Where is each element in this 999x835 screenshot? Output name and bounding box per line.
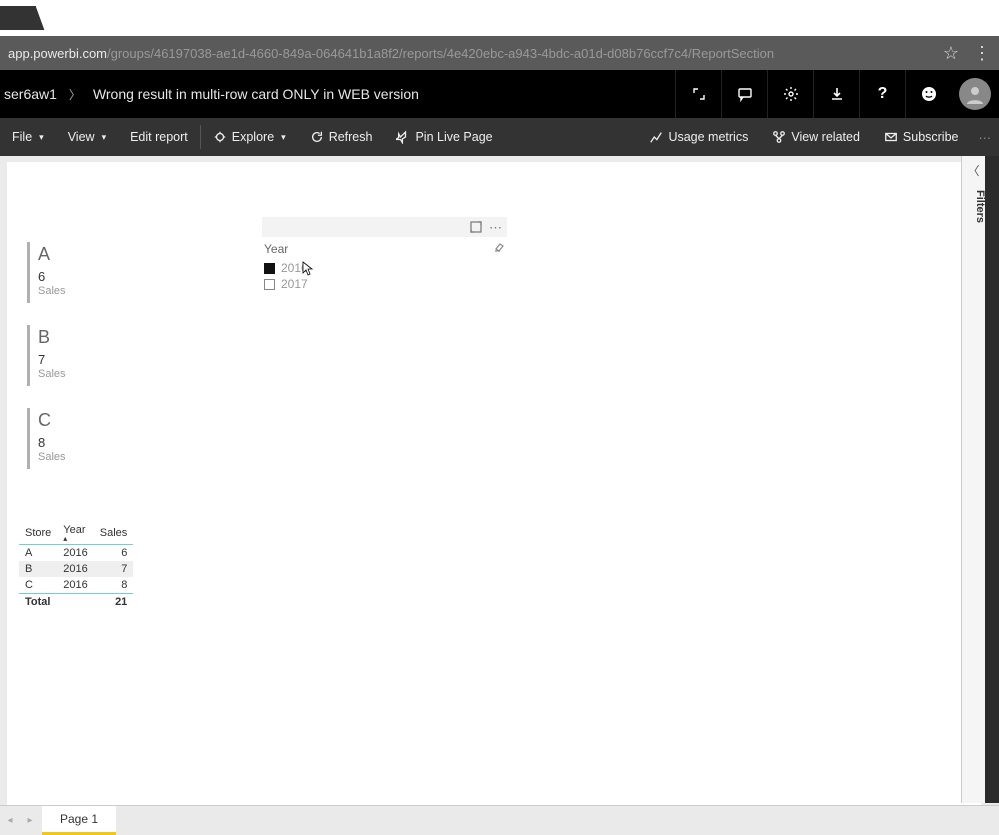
pin-live-page-button[interactable]: Pin Live Page bbox=[384, 118, 504, 156]
filters-label: Filters bbox=[962, 190, 986, 223]
clear-selection-eraser-icon[interactable] bbox=[493, 241, 505, 256]
more-options-icon[interactable]: ⋯ bbox=[489, 220, 503, 234]
slicer-option-label: 2017 bbox=[281, 277, 308, 291]
table-total-label: Total bbox=[19, 594, 57, 611]
address-bar[interactable]: app.powerbi.com/groups/46197038-ae1d-466… bbox=[0, 36, 999, 70]
next-page-button[interactable]: ▸ bbox=[20, 806, 40, 835]
toolbar-more-icon[interactable]: ⋯ bbox=[971, 130, 999, 145]
user-avatar[interactable] bbox=[959, 78, 991, 110]
table-cell: C bbox=[19, 577, 57, 594]
table-column-header[interactable]: Store bbox=[19, 522, 57, 545]
table-column-header[interactable]: Sales bbox=[94, 522, 134, 545]
vertical-scrollbar[interactable] bbox=[985, 156, 999, 803]
file-menu[interactable]: File▾ bbox=[0, 118, 56, 156]
card-value: 6 bbox=[38, 269, 66, 284]
table-cell: 8 bbox=[94, 577, 134, 594]
table-cell: 6 bbox=[94, 545, 134, 562]
slicer-option[interactable]: 2017 bbox=[262, 276, 507, 292]
card-row: B 7 Sales bbox=[27, 325, 66, 386]
edit-report-button[interactable]: Edit report bbox=[118, 118, 200, 156]
url-host: app.powerbi.com bbox=[8, 46, 107, 61]
card-row: A 6 Sales bbox=[27, 242, 66, 303]
table-cell: B bbox=[19, 561, 57, 577]
card-category: C bbox=[38, 410, 66, 431]
help-icon[interactable]: ? bbox=[859, 70, 905, 118]
table-row[interactable]: C 2016 8 bbox=[19, 577, 133, 594]
card-label: Sales bbox=[38, 285, 66, 297]
table-cell: 7 bbox=[94, 561, 134, 577]
report-canvas[interactable]: A 6 Sales B 7 Sales C 8 Sales ⋯ Year bbox=[7, 162, 981, 830]
checkbox-checked-icon[interactable] bbox=[264, 263, 275, 274]
url-path: /groups/46197038-ae1d-4660-849a-064641b1… bbox=[107, 46, 774, 61]
subscribe-button[interactable]: Subscribe bbox=[872, 118, 971, 156]
table-column-header[interactable]: Year▴ bbox=[57, 522, 93, 545]
slicer-option[interactable]: 2016 bbox=[262, 260, 507, 276]
table-visual[interactable]: Store Year▴ Sales A 2016 6 B 2016 7 C bbox=[19, 522, 133, 610]
fullscreen-icon[interactable] bbox=[675, 70, 721, 118]
checkbox-unchecked-icon[interactable] bbox=[264, 279, 275, 290]
table-cell: 2016 bbox=[57, 561, 93, 577]
slicer-visual[interactable]: ⋯ Year 2016 2017 bbox=[262, 217, 507, 292]
chevron-right-icon: 〉 bbox=[69, 86, 81, 103]
card-row: C 8 Sales bbox=[27, 408, 66, 469]
card-category: A bbox=[38, 244, 66, 265]
slicer-title: Year bbox=[264, 242, 288, 256]
page-tab[interactable]: Page 1 bbox=[42, 806, 116, 835]
refresh-button[interactable]: Refresh bbox=[298, 118, 385, 156]
slicer-option-label: 2016 bbox=[281, 261, 308, 275]
bookmark-star-icon[interactable]: ☆ bbox=[943, 43, 959, 64]
download-icon[interactable] bbox=[813, 70, 859, 118]
prev-page-button[interactable]: ◂ bbox=[0, 806, 20, 835]
breadcrumb-workspace[interactable]: ser6aw1 bbox=[4, 86, 57, 102]
sort-ascending-icon: ▴ bbox=[63, 536, 87, 542]
card-value: 8 bbox=[38, 435, 66, 450]
view-menu[interactable]: View▾ bbox=[56, 118, 118, 156]
explore-menu[interactable]: Explore▾ bbox=[201, 118, 298, 156]
usage-metrics-button[interactable]: Usage metrics bbox=[637, 118, 760, 156]
comments-icon[interactable] bbox=[721, 70, 767, 118]
card-value: 7 bbox=[38, 352, 66, 367]
table-row[interactable]: A 2016 6 bbox=[19, 545, 133, 562]
table-cell: 2016 bbox=[57, 577, 93, 594]
browser-tab-strip bbox=[0, 0, 999, 36]
browser-menu-icon[interactable]: ⋮ bbox=[973, 43, 991, 64]
focus-mode-icon[interactable] bbox=[469, 220, 483, 234]
table-cell: 2016 bbox=[57, 545, 93, 562]
table-row[interactable]: B 2016 7 bbox=[19, 561, 133, 577]
feedback-smiley-icon[interactable] bbox=[905, 70, 951, 118]
filters-pane-collapsed[interactable]: 〈 Filters bbox=[961, 156, 985, 803]
settings-gear-icon[interactable] bbox=[767, 70, 813, 118]
card-label: Sales bbox=[38, 368, 66, 380]
chevron-left-icon[interactable]: 〈 bbox=[962, 156, 985, 184]
breadcrumb-report-title: Wrong result in multi-row card ONLY in W… bbox=[93, 86, 419, 102]
card-category: B bbox=[38, 327, 66, 348]
card-label: Sales bbox=[38, 451, 66, 463]
multi-row-card-visual[interactable]: A 6 Sales B 7 Sales C 8 Sales bbox=[27, 242, 66, 491]
table-cell: A bbox=[19, 545, 57, 562]
table-total-value: 21 bbox=[94, 594, 134, 611]
view-related-button[interactable]: View related bbox=[760, 118, 872, 156]
